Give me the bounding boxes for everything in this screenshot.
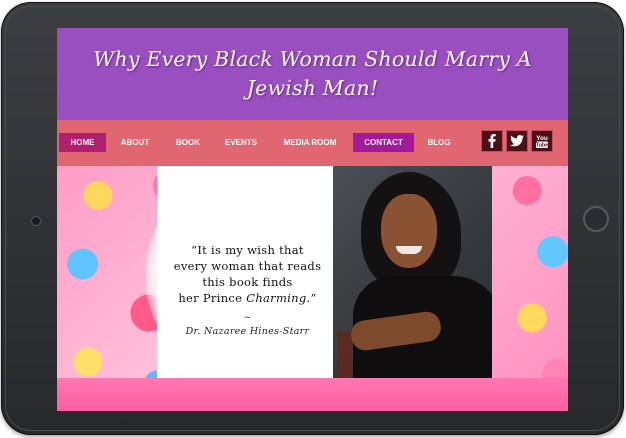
photo-smile	[396, 246, 422, 254]
youtube-icon: You Tube	[536, 135, 549, 149]
hero-quote: “It is my wish that every woman that rea…	[161, 242, 334, 306]
youtube-button[interactable]: You Tube	[531, 130, 553, 152]
quote-line: “It is my wish that	[191, 243, 304, 257]
twitter-icon	[510, 135, 524, 147]
quote-line: her Prince Charming.”	[161, 290, 334, 306]
quote-dash: ~	[243, 313, 252, 323]
quote-line: every woman that reads	[173, 259, 322, 273]
hero-banner: “It is my wish that every woman that rea…	[57, 166, 568, 411]
quote-line: this book finds	[202, 275, 293, 289]
nav-book[interactable]: BOOK	[170, 133, 206, 152]
camera-icon	[31, 216, 41, 226]
author-photo	[333, 166, 492, 378]
screen: Why Every Black Woman Should Marry A Jew…	[57, 28, 568, 411]
site-title: Why Every Black Woman Should Marry A Jew…	[93, 47, 532, 100]
facebook-button[interactable]	[481, 130, 503, 152]
facebook-icon	[488, 134, 496, 148]
quote-author: Dr. Nazaree Hines-Starr	[185, 326, 310, 337]
home-button[interactable]	[583, 206, 609, 232]
site-header: Why Every Black Woman Should Marry A Jew…	[57, 28, 568, 120]
nav-media-room[interactable]: MEDIA ROOM	[278, 133, 342, 152]
nav-about[interactable]: ABOUT	[115, 133, 155, 152]
svg-text:You: You	[536, 135, 548, 142]
nav-home[interactable]: HOME	[59, 133, 106, 152]
hero-bottom-band	[57, 378, 568, 411]
svg-text:Tube: Tube	[536, 143, 549, 149]
nav-events[interactable]: EVENTS	[220, 133, 262, 152]
twitter-button[interactable]	[506, 130, 528, 152]
quote-segment: her Prince	[178, 291, 247, 305]
quote-segment: .”	[306, 291, 317, 305]
photo-chair	[337, 331, 351, 378]
quote-emphasis: Charming	[246, 291, 307, 305]
photo-face	[381, 194, 437, 268]
main-nav: HOME ABOUT BOOK EVENTS MEDIA ROOM CONTAC…	[57, 120, 568, 166]
nav-blog[interactable]: BLOG	[423, 133, 455, 152]
nav-contact[interactable]: CONTACT	[353, 133, 414, 152]
